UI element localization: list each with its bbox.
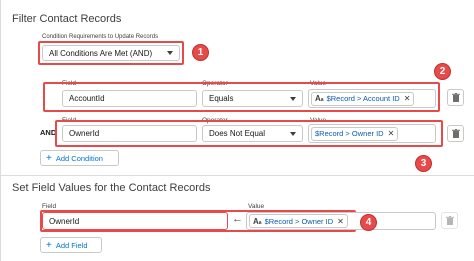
annotation-badge-3: 3 [415, 155, 432, 172]
row1-value-text: $Record > Account ID [326, 94, 400, 103]
panel-left-border [0, 0, 1, 261]
annotation-badge-2: 2 [434, 63, 451, 80]
filter-section-title: Filter Contact Records [12, 13, 122, 25]
row2-field-value: OwnerId [69, 129, 100, 138]
condition-requirements-value: All Conditions Are Met (AND) [49, 48, 153, 58]
row1-value-input[interactable]: Aa $Record > Account ID ✕ [308, 89, 436, 108]
section-divider [1, 175, 474, 176]
add-field-label: Add Field [55, 240, 88, 250]
chevron-down-icon [290, 131, 296, 136]
resource-text-icon: Aa [253, 216, 262, 226]
annotation-badge-4: 4 [360, 214, 377, 231]
set-field-input[interactable]: OwnerId [42, 212, 228, 230]
close-icon[interactable]: ✕ [404, 94, 411, 103]
row2-field-input[interactable]: OwnerId [62, 125, 197, 142]
trash-icon [451, 129, 460, 138]
add-condition-button[interactable]: + Add Condition [40, 150, 119, 166]
condition-requirements-select[interactable]: All Conditions Are Met (AND) [42, 45, 180, 61]
row2-and-prefix: AND [40, 128, 57, 137]
row2-delete-button[interactable] [447, 125, 464, 142]
set-row-delete-button[interactable] [441, 212, 458, 229]
resource-text-icon: Aa [315, 94, 324, 103]
arrow-left-icon: ← [232, 213, 243, 225]
row1-delete-button[interactable] [447, 89, 464, 106]
row2-value-text: $Record > Owner ID [315, 129, 384, 138]
row1-field-input[interactable]: AccountId [62, 90, 197, 107]
set-value-label: Value [248, 203, 265, 210]
row2-operator-value: Does Not Equal [209, 129, 266, 138]
plus-icon: + [46, 152, 52, 164]
chevron-down-icon [167, 51, 173, 55]
chevron-down-icon [290, 96, 296, 101]
row1-field-value: AccountId [69, 94, 105, 103]
row1-operator-select[interactable]: Equals [202, 90, 303, 107]
set-values-section-title: Set Field Values for the Contact Records [12, 182, 211, 194]
trash-icon [445, 216, 454, 225]
condition-requirements-label: Condition Requirements to Update Records [42, 34, 159, 40]
set-value-pill: Aa $Record > Owner ID ✕ [249, 214, 348, 228]
row2-value-pill: $Record > Owner ID ✕ [311, 126, 399, 141]
plus-icon: + [46, 239, 52, 251]
annotation-badge-1: 1 [192, 44, 209, 61]
trash-icon [451, 93, 460, 102]
set-value-text: $Record > Owner ID [264, 216, 334, 226]
close-icon[interactable]: ✕ [388, 129, 395, 138]
add-condition-label: Add Condition [55, 153, 103, 163]
close-icon[interactable]: ✕ [337, 217, 344, 226]
set-field-value: OwnerId [49, 216, 80, 226]
set-field-label: Field [42, 203, 57, 210]
set-value-input[interactable]: Aa $Record > Owner ID ✕ [246, 212, 436, 230]
row2-value-input[interactable]: $Record > Owner ID ✕ [308, 124, 436, 143]
row2-operator-select[interactable]: Does Not Equal [202, 125, 303, 142]
row1-value-pill: Aa $Record > Account ID ✕ [311, 91, 415, 106]
row1-operator-value: Equals [209, 94, 234, 103]
add-field-button[interactable]: + Add Field [40, 237, 102, 253]
